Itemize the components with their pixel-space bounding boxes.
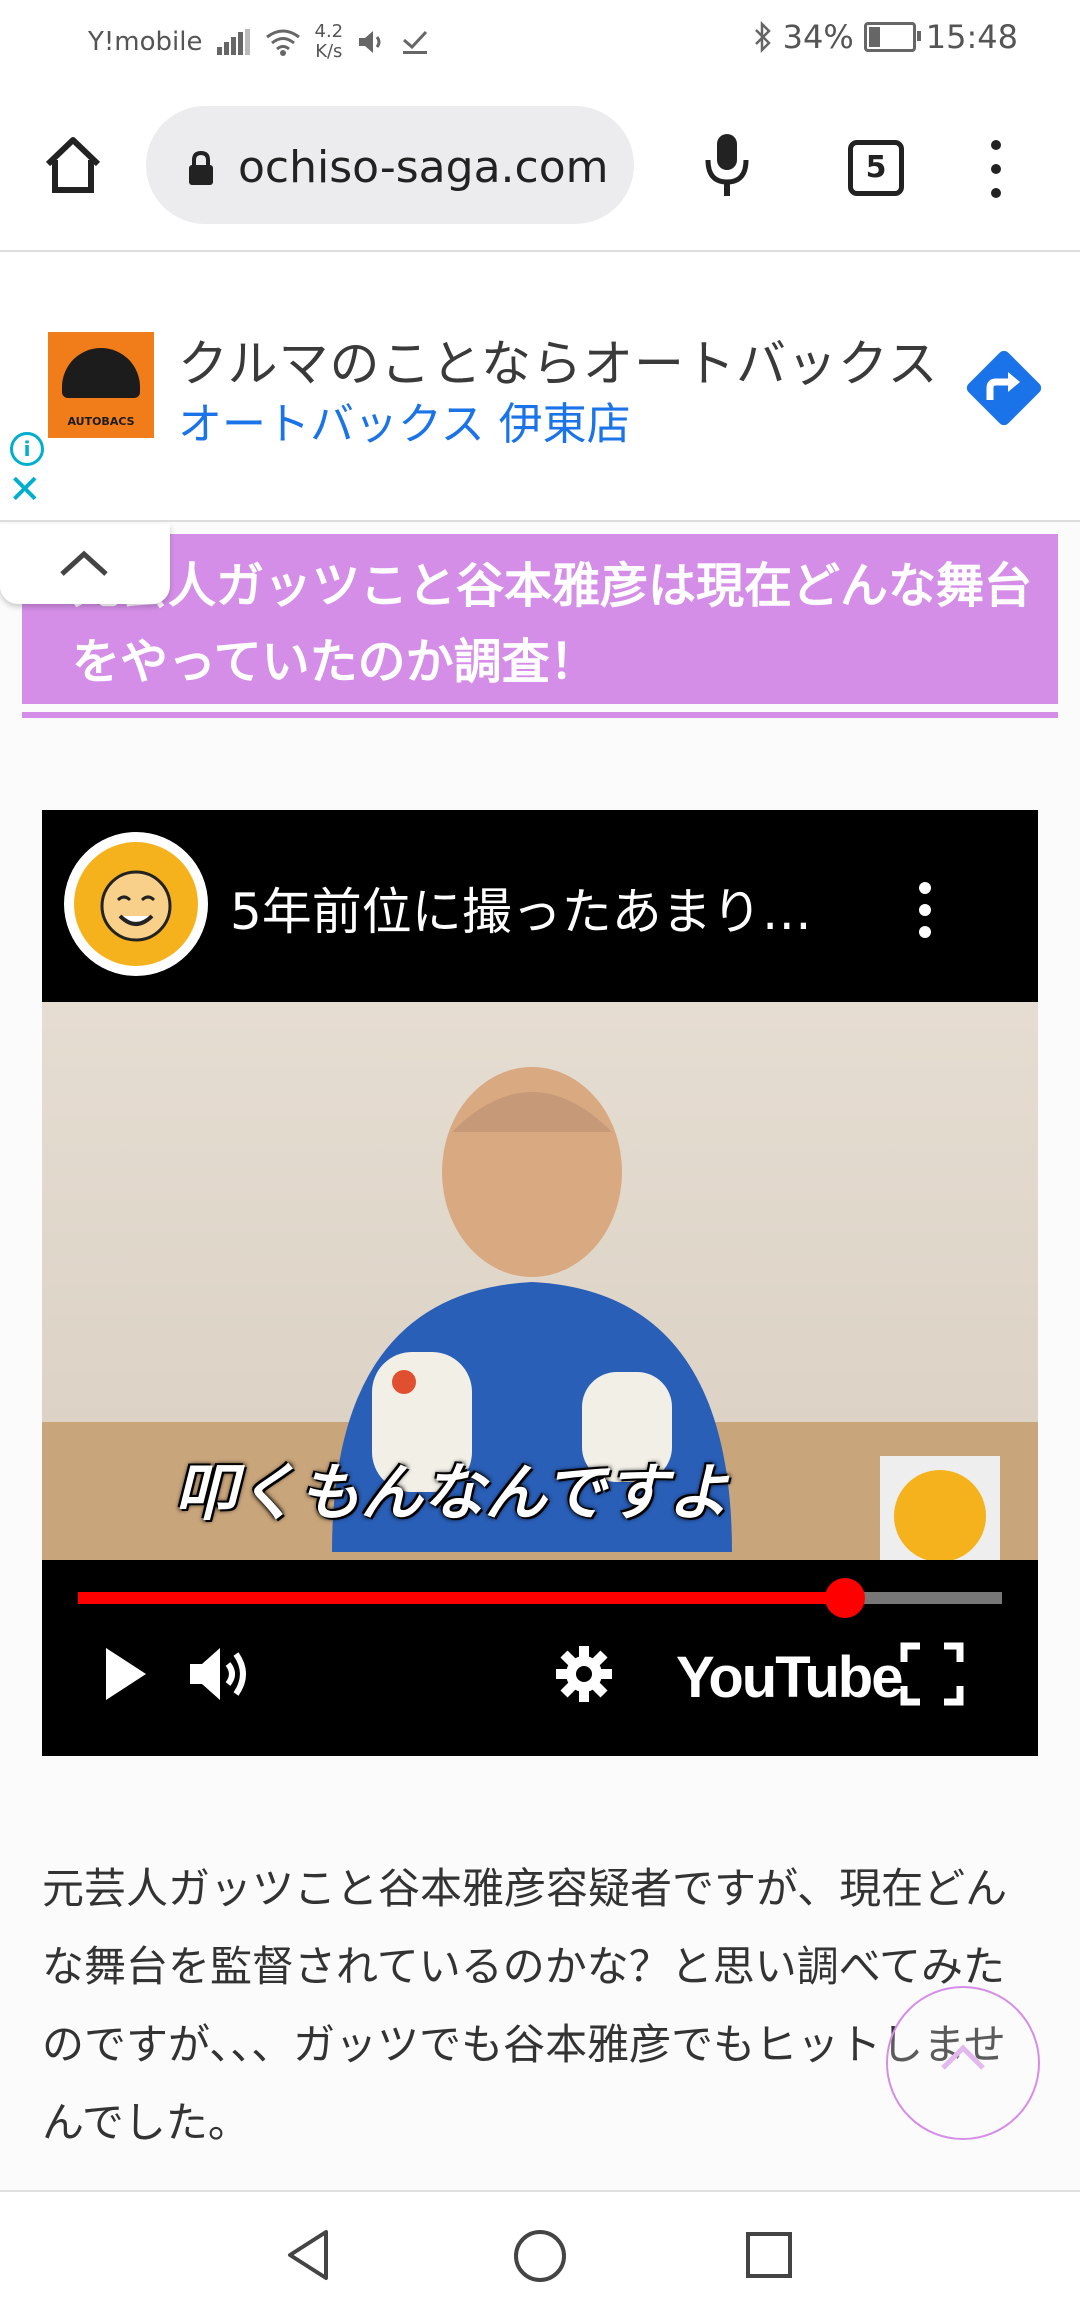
youtube-logo[interactable]: YouTube: [676, 1644, 903, 1711]
back-icon[interactable]: [284, 2228, 332, 2282]
home-icon[interactable]: [42, 134, 104, 196]
heading-text: 元芸人ガッツこと谷本雅彦は現在どんな舞台をやっていたのか調査！: [72, 558, 1033, 690]
scroll-to-top-button[interactable]: [886, 1986, 1040, 2140]
ad-logo[interactable]: AUTOBACS: [48, 332, 154, 438]
article-paragraph: 元芸人ガッツこと谷本雅彦容疑者ですが、現在どんな舞台を監督されているのかな？と思…: [42, 1864, 1008, 2147]
browser-toolbar: ochiso-saga.com 5: [0, 84, 1080, 250]
carrier-label: Y!mobile: [88, 27, 203, 57]
vibrate-icon: [359, 31, 381, 53]
speed-unit: K/s: [315, 41, 343, 62]
video-scrubber-handle[interactable]: [824, 1578, 865, 1618]
tab-switcher-button[interactable]: 5: [848, 140, 904, 196]
video-header: 5年前位に撮ったあまり…: [42, 810, 1038, 1002]
autobacs-wing-icon: [62, 348, 140, 398]
directions-icon[interactable]: [960, 344, 1048, 432]
video-progress-fill: [78, 1592, 845, 1604]
recents-icon[interactable]: [744, 2230, 794, 2280]
wifi-icon: [265, 29, 300, 56]
ad-collapse-button[interactable]: [0, 524, 170, 604]
youtube-embed[interactable]: 5年前位に撮ったあまり… 叩くもんなんですよ YouTube: [42, 810, 1038, 1756]
video-frame[interactable]: 叩くもんなんですよ: [42, 1002, 1038, 1560]
chevron-up-icon: [60, 550, 108, 576]
ad-info-icon[interactable]: i: [10, 432, 44, 466]
volume-icon[interactable]: [186, 1642, 256, 1706]
chevron-up-icon: [941, 2044, 985, 2070]
microphone-icon[interactable]: [702, 132, 752, 198]
battery-fill: [868, 27, 881, 47]
bluetooth-icon: [754, 21, 771, 53]
home-nav-icon[interactable]: [512, 2228, 568, 2284]
status-bar: Y!mobile 4.2 K/s 34% 15:48: [0, 0, 1080, 84]
play-icon[interactable]: [98, 1642, 154, 1706]
ad-subtitle[interactable]: オートバックス 伊東店: [178, 388, 631, 452]
watermark-face-image: [894, 1470, 986, 1560]
network-speed: 4.2 K/s: [315, 22, 344, 62]
channel-watermark[interactable]: [880, 1456, 1000, 1560]
fullscreen-icon[interactable]: [900, 1642, 964, 1706]
status-right: 34% 15:48: [753, 18, 1018, 56]
channel-face-image: [74, 842, 198, 966]
clock: 15:48: [925, 18, 1018, 56]
video-progress-bar[interactable]: [78, 1578, 1002, 1618]
download-done-icon: [403, 30, 428, 54]
channel-avatar[interactable]: [64, 832, 208, 976]
address-bar[interactable]: ochiso-saga.com: [146, 106, 634, 224]
ad-logo-text: AUTOBACS: [67, 415, 135, 428]
heading-underline: [22, 712, 1058, 718]
video-title[interactable]: 5年前位に撮ったあまり…: [230, 872, 812, 944]
signal-icon: [216, 29, 250, 55]
battery-icon: [863, 22, 921, 52]
speed-value: 4.2: [314, 21, 344, 42]
ad-close-icon[interactable]: ✕: [8, 470, 42, 510]
ad-title[interactable]: クルマのことならオートバックス: [178, 324, 939, 396]
url-text: ochiso-saga.com: [238, 142, 609, 193]
battery-percent: 34%: [782, 18, 854, 56]
settings-icon[interactable]: [552, 1642, 616, 1706]
article-heading: 元芸人ガッツこと谷本雅彦は現在どんな舞台をやっていたのか調査！: [22, 534, 1058, 704]
video-caption: 叩くもんなんですよ: [174, 1456, 730, 1529]
video-more-icon[interactable]: [916, 882, 934, 948]
more-menu-icon[interactable]: [984, 140, 1008, 200]
status-left: Y!mobile 4.2 K/s: [88, 22, 429, 62]
system-nav-bar: [0, 2190, 1080, 2314]
lock-icon: [189, 150, 213, 185]
ad-banner[interactable]: AUTOBACS クルマのことならオートバックス オートバックス 伊東店 i ✕: [0, 250, 1080, 522]
